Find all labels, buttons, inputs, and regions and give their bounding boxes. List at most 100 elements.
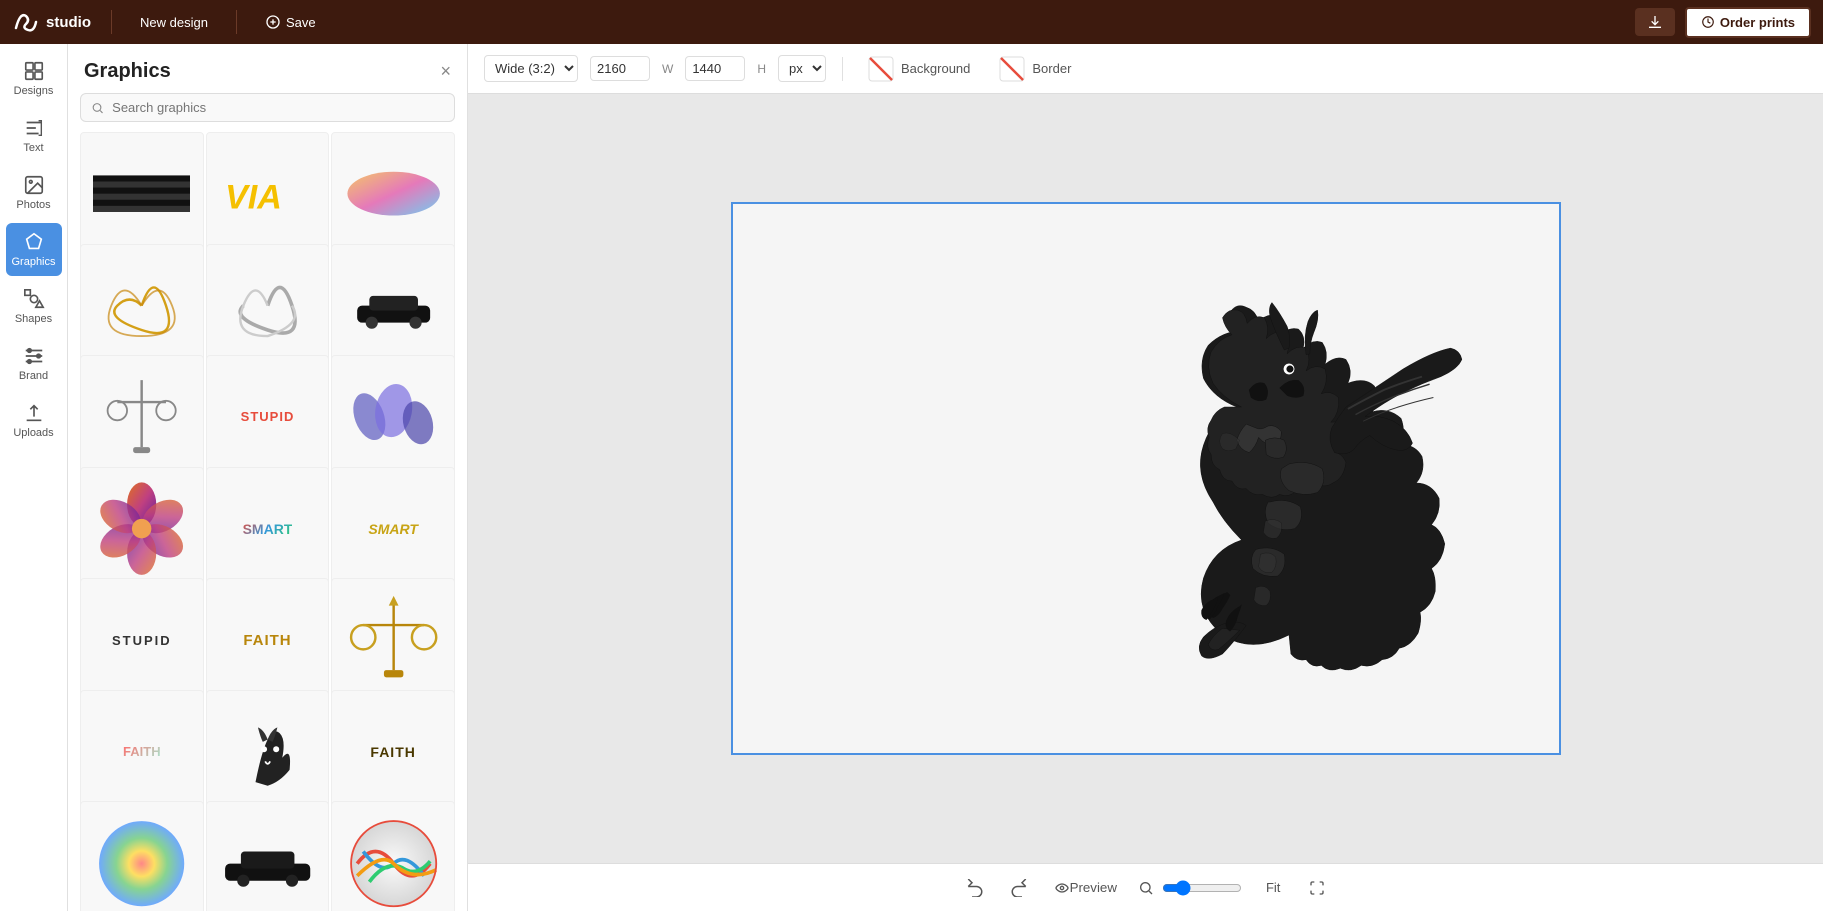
background-label: Background (901, 61, 970, 76)
graphic-colorful-ball (345, 815, 442, 911)
background-slash-icon (867, 55, 895, 83)
fit-button[interactable]: Fit (1258, 876, 1288, 899)
sidebar-item-designs-label: Designs (14, 85, 54, 97)
graphic-black-car (345, 257, 442, 354)
sidebar-item-uploads[interactable]: Uploads (6, 394, 62, 447)
border-button[interactable]: Border (990, 51, 1079, 87)
redo-button[interactable] (1005, 874, 1033, 902)
order-prints-button[interactable]: Order prints (1685, 7, 1811, 38)
graphic-faith-dark: FAITH (243, 632, 291, 649)
list-item[interactable] (206, 244, 330, 368)
list-item[interactable] (80, 244, 204, 368)
sidebar-item-text[interactable]: Text (6, 109, 62, 162)
fit-label: Fit (1266, 880, 1280, 895)
new-design-button[interactable]: New design (132, 11, 216, 34)
search-input[interactable] (112, 100, 444, 115)
graphic-wolf (219, 703, 316, 800)
fullscreen-button[interactable] (1304, 875, 1330, 901)
sidebar-item-graphics[interactable]: Graphics (6, 223, 62, 276)
list-item[interactable] (331, 244, 455, 368)
list-item[interactable]: STUPID (206, 355, 330, 479)
list-item[interactable] (206, 801, 330, 911)
save-button[interactable]: Save (257, 10, 324, 34)
unit-select[interactable]: px (778, 55, 826, 82)
dragon-svg (1099, 274, 1479, 683)
list-item[interactable] (331, 578, 455, 702)
svg-text:VIA: VIA (225, 178, 282, 216)
panel-close-button[interactable]: × (440, 61, 451, 82)
graphic-colorful-circle (93, 815, 190, 911)
dimension-preset-select[interactable]: Wide (3:2) (484, 55, 578, 82)
graphics-grid: VIA (68, 132, 467, 911)
canvas-frame[interactable] (731, 202, 1561, 755)
sidebar-item-graphics-label: Graphics (11, 256, 55, 268)
graphic-yellow-swirl: VIA (219, 145, 316, 242)
graphic-colorful-flower (93, 480, 190, 577)
border-label: Border (1032, 61, 1071, 76)
list-item[interactable] (80, 132, 204, 256)
width-input[interactable] (590, 56, 650, 81)
topbar-divider2 (236, 10, 237, 34)
new-design-label: New design (140, 15, 208, 30)
list-item[interactable]: STUPID (80, 578, 204, 702)
graphic-stupid-dark: STUPID (112, 633, 172, 648)
sidebar-item-photos-label: Photos (16, 199, 50, 211)
canvas-toolbar: Wide (3:2) W H px Background (468, 44, 1823, 94)
icon-sidebar: Designs Text Photos Graphics (0, 44, 68, 911)
zoom-icon (1138, 880, 1154, 896)
list-item[interactable] (80, 801, 204, 911)
preview-label: Preview (1070, 880, 1117, 895)
list-item[interactable] (80, 467, 204, 591)
search-icon (91, 101, 104, 115)
list-item[interactable] (206, 690, 330, 814)
list-item[interactable] (80, 355, 204, 479)
height-label: H (757, 62, 766, 76)
zoom-control (1138, 880, 1242, 896)
order-prints-label: Order prints (1720, 15, 1795, 30)
save-label: Save (286, 15, 316, 30)
list-item[interactable] (331, 801, 455, 911)
list-item[interactable]: SMART (206, 467, 330, 591)
sidebar-item-shapes[interactable]: Shapes (6, 280, 62, 333)
panel-title: Graphics (84, 60, 171, 83)
panel-header: Graphics × (68, 44, 467, 93)
undo-button[interactable] (961, 874, 989, 902)
width-label: W (662, 62, 673, 76)
graphic-smart-gold: SMART (368, 521, 418, 537)
zoom-slider[interactable] (1162, 880, 1242, 896)
height-input[interactable] (685, 56, 745, 81)
sidebar-item-uploads-label: Uploads (13, 427, 53, 439)
list-item[interactable]: FAITH (206, 578, 330, 702)
sidebar-item-photos[interactable]: Photos (6, 166, 62, 219)
sidebar-item-shapes-label: Shapes (15, 313, 52, 325)
sidebar-item-text-label: Text (23, 142, 43, 154)
topbar: studio New design Save Order prints (0, 0, 1823, 44)
background-button[interactable]: Background (859, 51, 978, 87)
canvas-area: Wide (3:2) W H px Background (468, 44, 1823, 911)
list-item[interactable]: FAITH (331, 690, 455, 814)
graphic-gold-spiral (93, 257, 190, 354)
graphic-scales-gold (345, 591, 442, 688)
sidebar-item-brand[interactable]: Brand (6, 337, 62, 390)
preview-button[interactable]: Preview (1049, 875, 1122, 901)
main-layout: Designs Text Photos Graphics (0, 44, 1823, 911)
download-button[interactable] (1635, 8, 1675, 36)
topbar-right: Order prints (1635, 7, 1811, 38)
graphic-silver-swirl (219, 257, 316, 354)
graphic-faith-bold: FAITH (370, 744, 415, 760)
list-item[interactable] (331, 132, 455, 256)
graphic-scales (93, 368, 190, 465)
graphic-smart-color: SMART (243, 521, 293, 537)
list-item[interactable] (331, 355, 455, 479)
logo-text: studio (46, 14, 91, 31)
logo: studio (12, 8, 91, 36)
list-item[interactable]: FAITH (80, 690, 204, 814)
sidebar-item-brand-label: Brand (19, 370, 48, 382)
graphic-stupid-colorful: STUPID (241, 409, 295, 424)
list-item[interactable]: VIA (206, 132, 330, 256)
graphic-faith-color: FAITH (123, 744, 161, 759)
dragon-graphic[interactable] (1099, 269, 1479, 689)
sidebar-item-designs[interactable]: Designs (6, 52, 62, 105)
list-item[interactable]: SMART (331, 467, 455, 591)
canvas-workspace[interactable] (468, 94, 1823, 863)
